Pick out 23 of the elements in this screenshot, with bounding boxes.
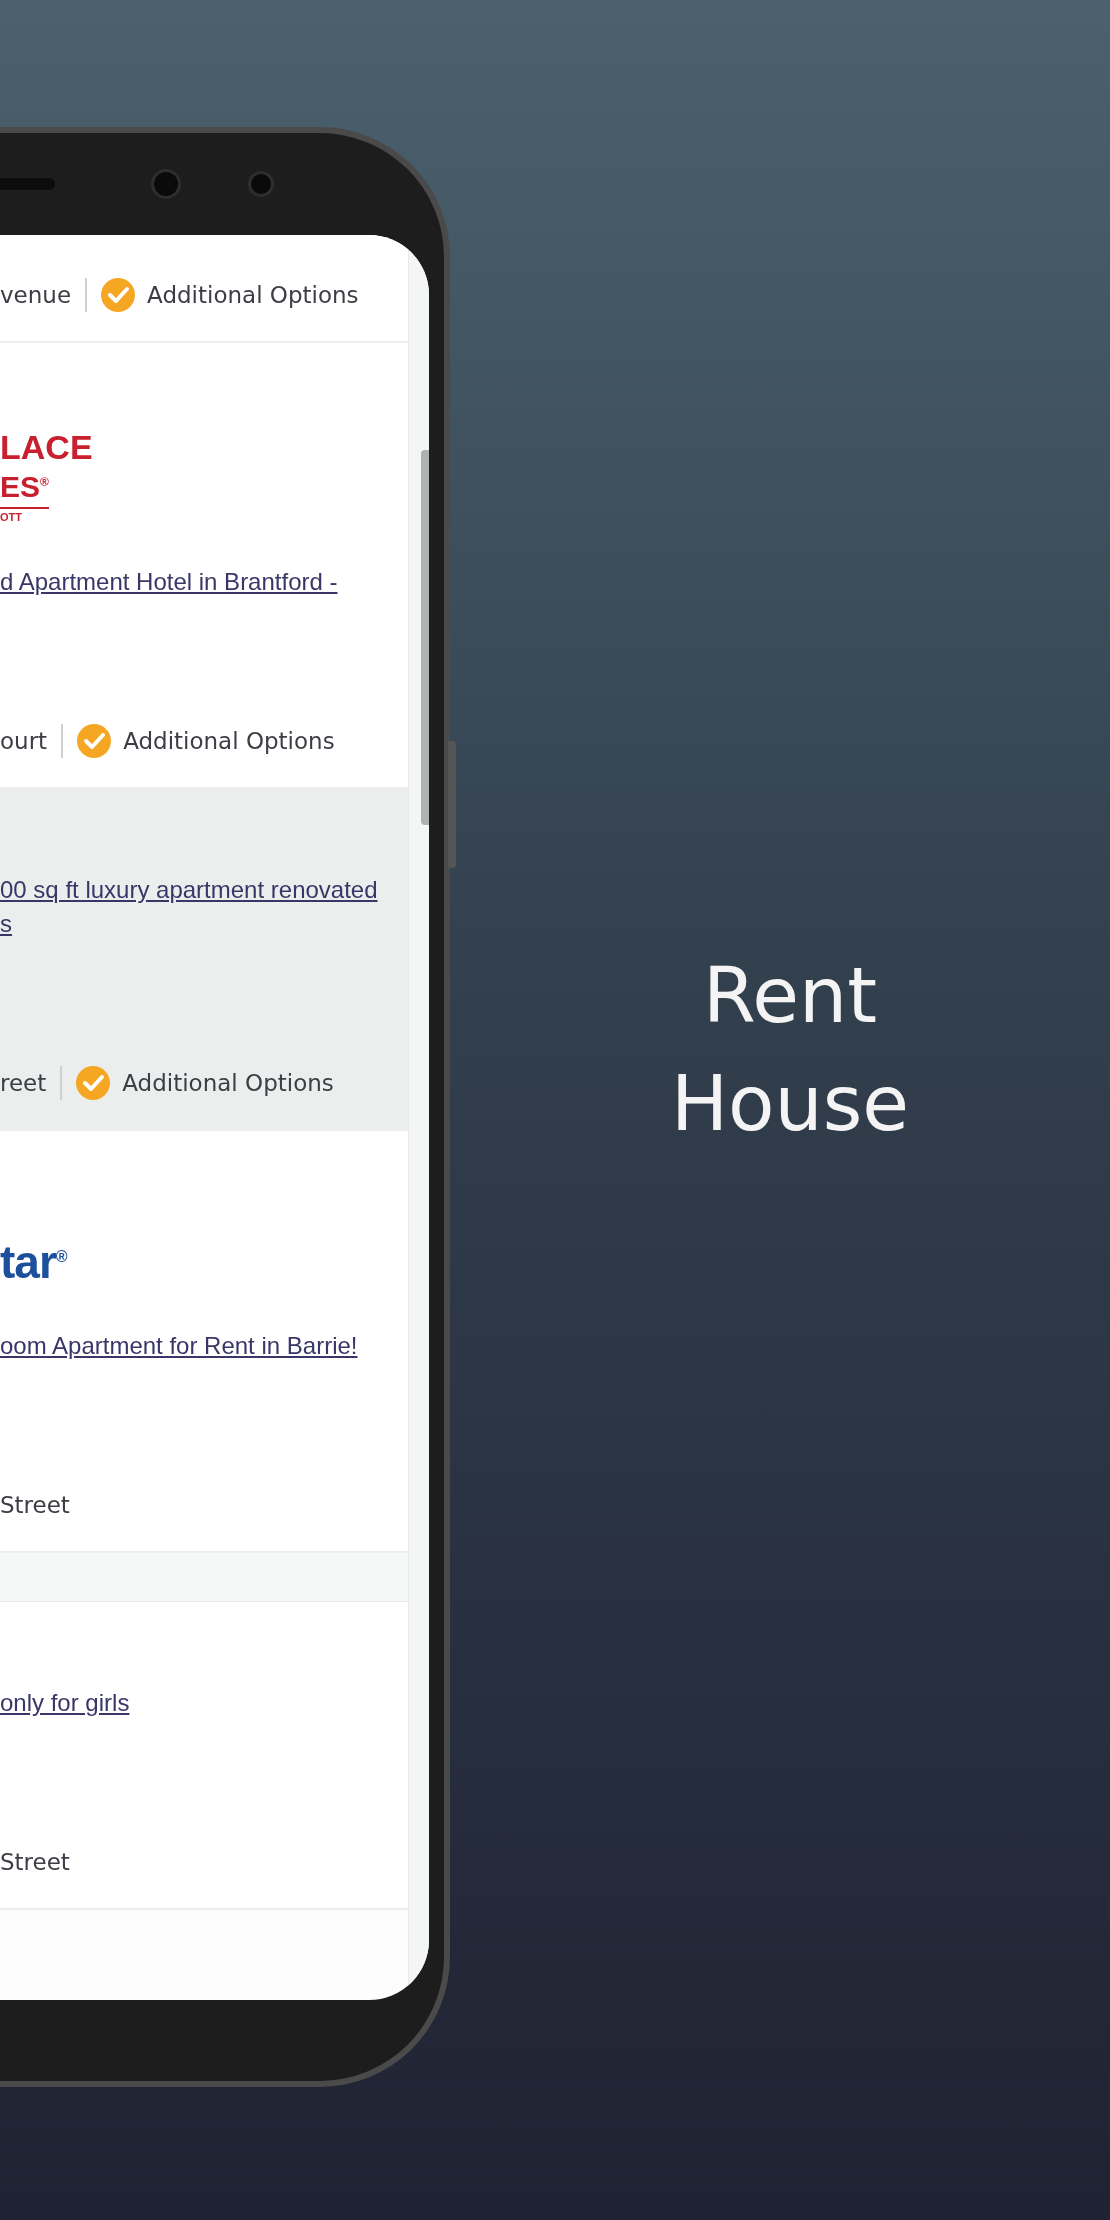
camera-icon [154,172,178,196]
check-circle-icon [76,1066,111,1100]
scrollbar-thumb[interactable] [421,450,429,825]
headline-text: Rent House [670,950,910,1150]
logo-text: ES$^{®}$ [0,467,49,509]
logo-text: LACE [0,427,94,467]
address-text: venue [0,282,72,308]
logo-text: tar$^{®}$ [0,1235,69,1289]
check-circle-icon [77,724,112,758]
options-text: Additional Options [123,728,335,754]
check-circle-icon [101,278,136,312]
address-text: ourt [0,728,48,754]
listing-title-link[interactable]: only for girls [0,1686,408,1720]
logo-text: OTT [0,510,23,525]
listing-title-link[interactable]: oom Apartment for Rent in Barrie! [0,1329,408,1363]
address-text: Street [0,1849,70,1875]
sensor-icon [251,174,271,194]
address-text: reet [0,1070,47,1096]
listing-title-link[interactable]: d Apartment Hotel in Brantford - [0,565,408,599]
listing-title-link[interactable]: 00 sq ft luxury apartment renovated s [0,873,408,941]
options-text: Additional Options [122,1070,334,1096]
address-text: Street [0,1492,70,1518]
options-text: Additional Options [147,282,359,308]
